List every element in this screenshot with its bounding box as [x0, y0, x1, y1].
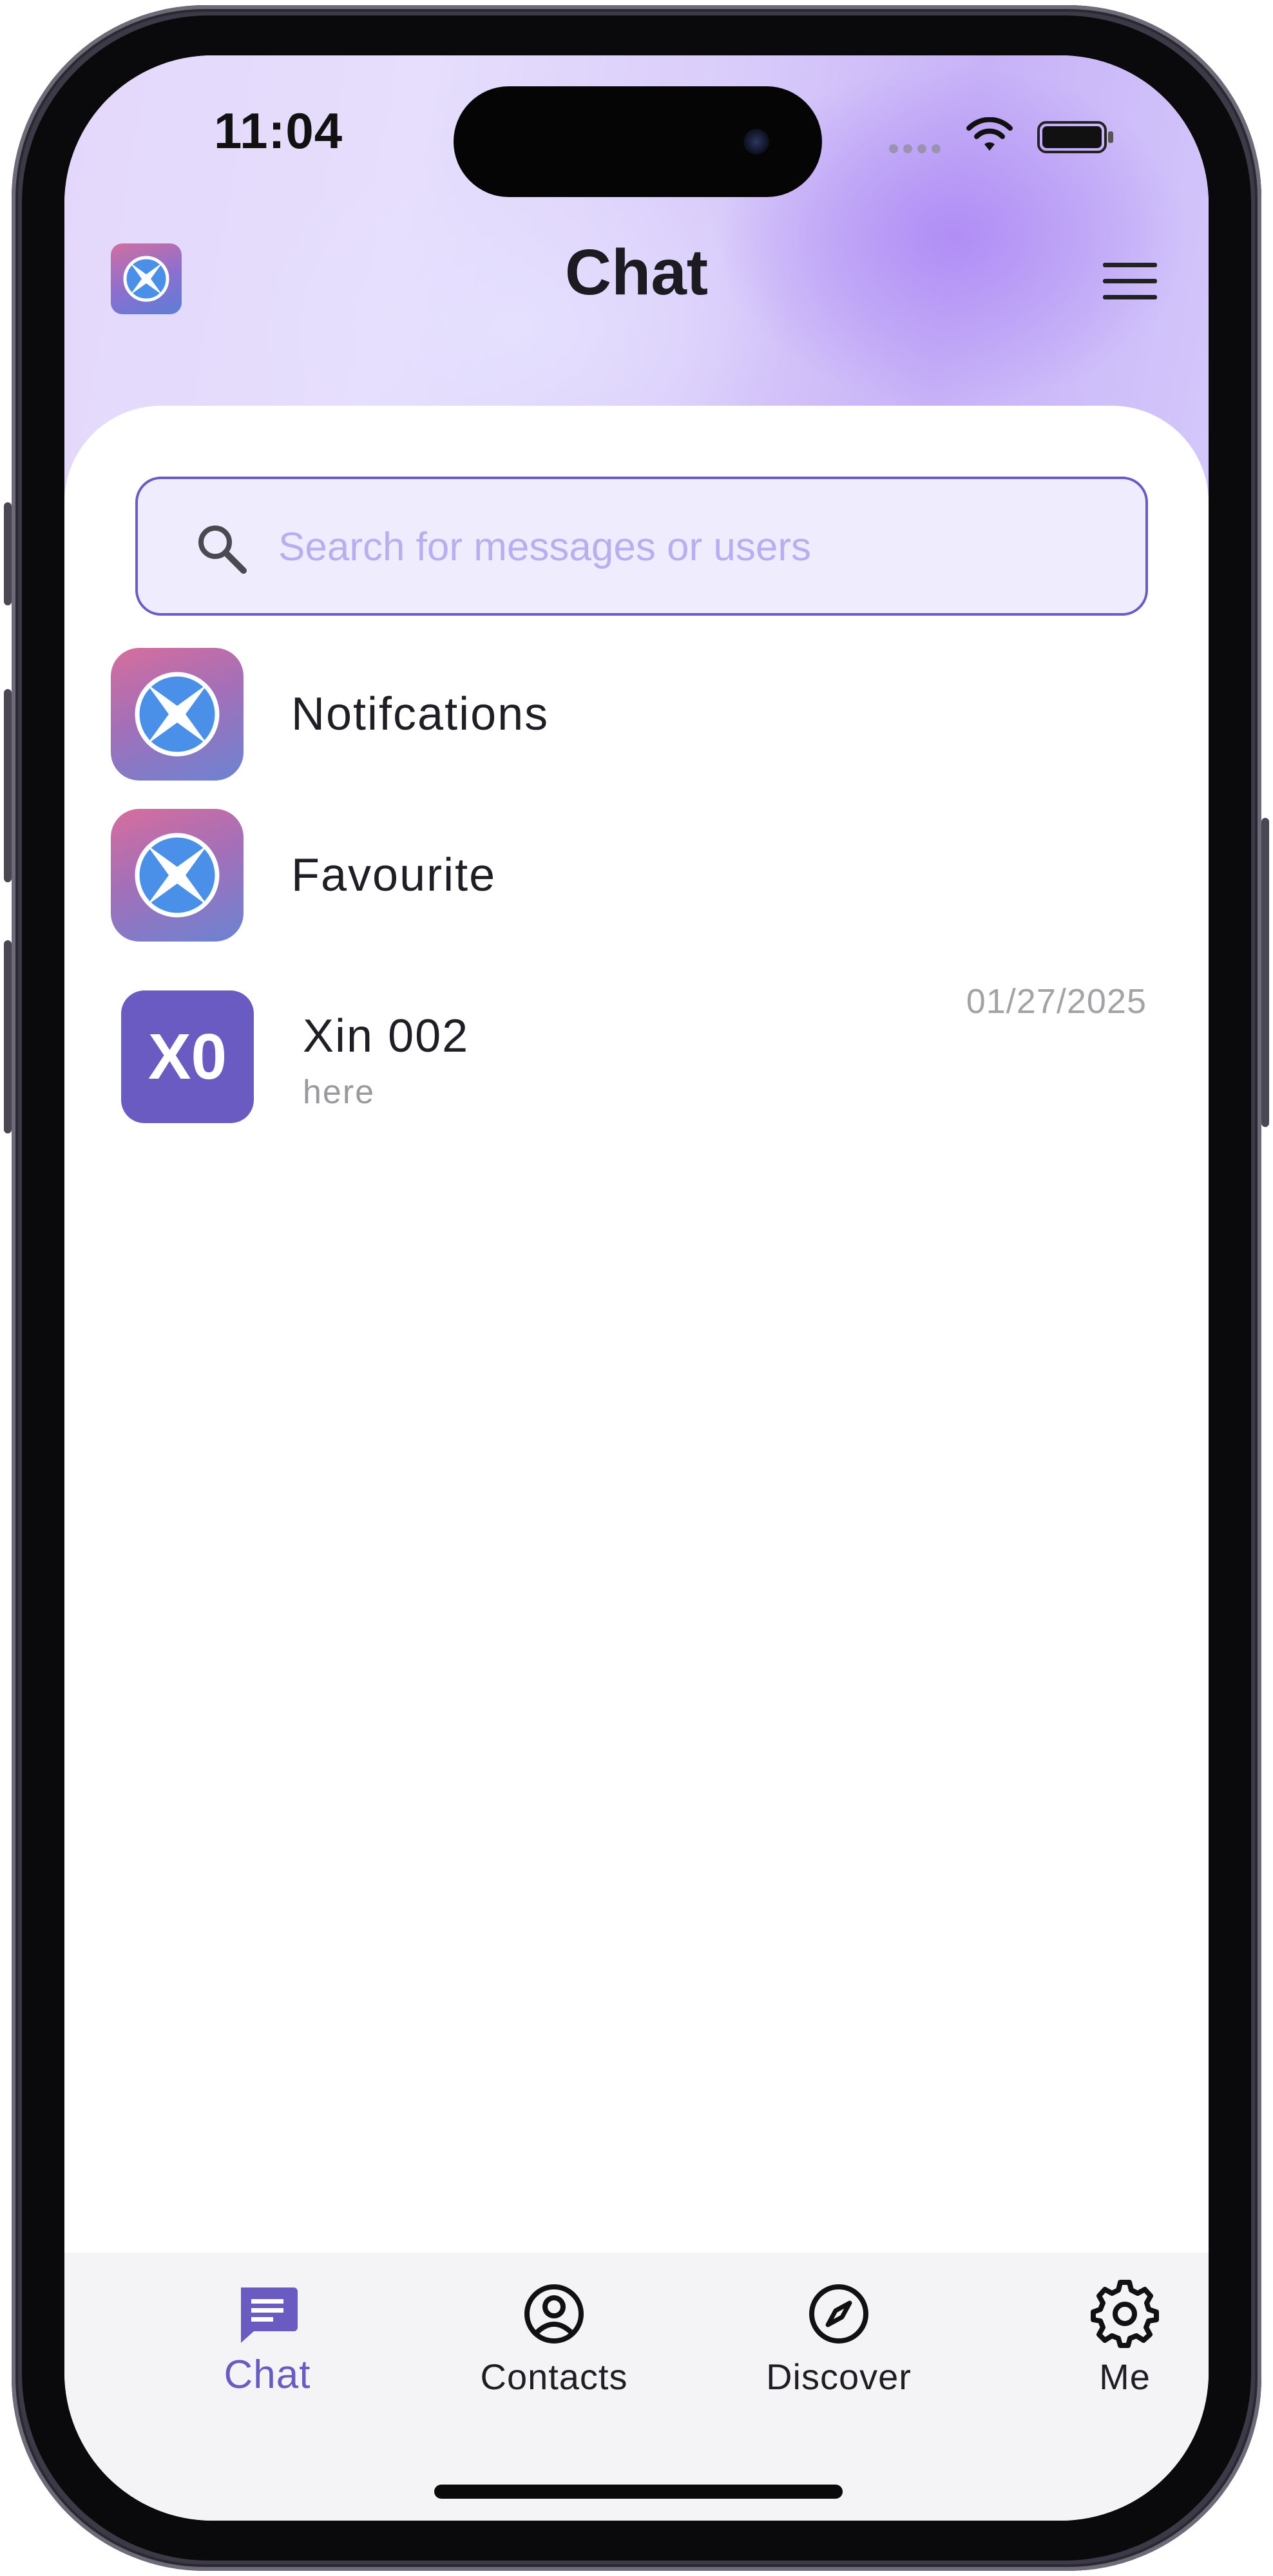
cellular-signal-icon: [889, 144, 941, 153]
wifi-icon: [966, 117, 1013, 151]
screen: 11:04 Chat Search for messages or users: [64, 55, 1209, 2521]
hamburger-menu-icon[interactable]: [1102, 260, 1158, 303]
volume-up-button: [4, 689, 12, 882]
tab-label: Chat: [224, 2353, 311, 2397]
action-button: [4, 502, 12, 605]
tab-label: Discover: [766, 2356, 912, 2397]
search-icon: [198, 526, 247, 574]
tab-me[interactable]: Me: [1009, 2278, 1209, 2427]
chat-bubble-icon: [241, 2287, 298, 2343]
search-placeholder: Search for messages or users: [278, 525, 812, 569]
tab-label: Me: [1099, 2356, 1151, 2397]
avatar: X0: [121, 990, 254, 1123]
status-time: 11:04: [214, 102, 343, 159]
dynamic-island: [454, 86, 822, 197]
app-logo-icon: [135, 833, 220, 918]
front-camera-icon: [743, 129, 769, 155]
search-input[interactable]: Search for messages or users: [135, 477, 1148, 616]
list-item-notifications[interactable]: Notifcations: [64, 648, 1209, 781]
chat-name: Xin 002: [303, 1010, 470, 1062]
compass-icon: [809, 2284, 868, 2344]
chat-preview: here: [303, 1074, 376, 1111]
bottom-tab-bar: Chat Contacts Discover Me: [64, 2253, 1209, 2521]
chat-date: 01/27/2025: [966, 982, 1147, 1021]
favourite-avatar: [111, 809, 244, 942]
chat-row[interactable]: X0 Xin 002 here 01/27/2025: [64, 982, 1209, 1139]
tab-label: Contacts: [480, 2356, 628, 2397]
list-item-favourite[interactable]: Favourite: [64, 809, 1209, 942]
person-circle-icon: [524, 2284, 584, 2344]
notifications-avatar: [111, 648, 244, 781]
volume-down-button: [4, 940, 12, 1133]
list-item-label: Notifcations: [291, 688, 550, 740]
list-item-label: Favourite: [291, 849, 497, 901]
tab-contacts[interactable]: Contacts: [438, 2278, 670, 2427]
battery-icon: [1037, 121, 1113, 153]
tab-discover[interactable]: Discover: [723, 2278, 955, 2427]
home-indicator[interactable]: [434, 2485, 843, 2499]
gear-icon: [1091, 2280, 1159, 2348]
page-title: Chat: [564, 236, 709, 308]
power-button: [1261, 818, 1269, 1127]
app-logo-icon: [135, 672, 220, 757]
tab-chat[interactable]: Chat: [151, 2278, 383, 2427]
